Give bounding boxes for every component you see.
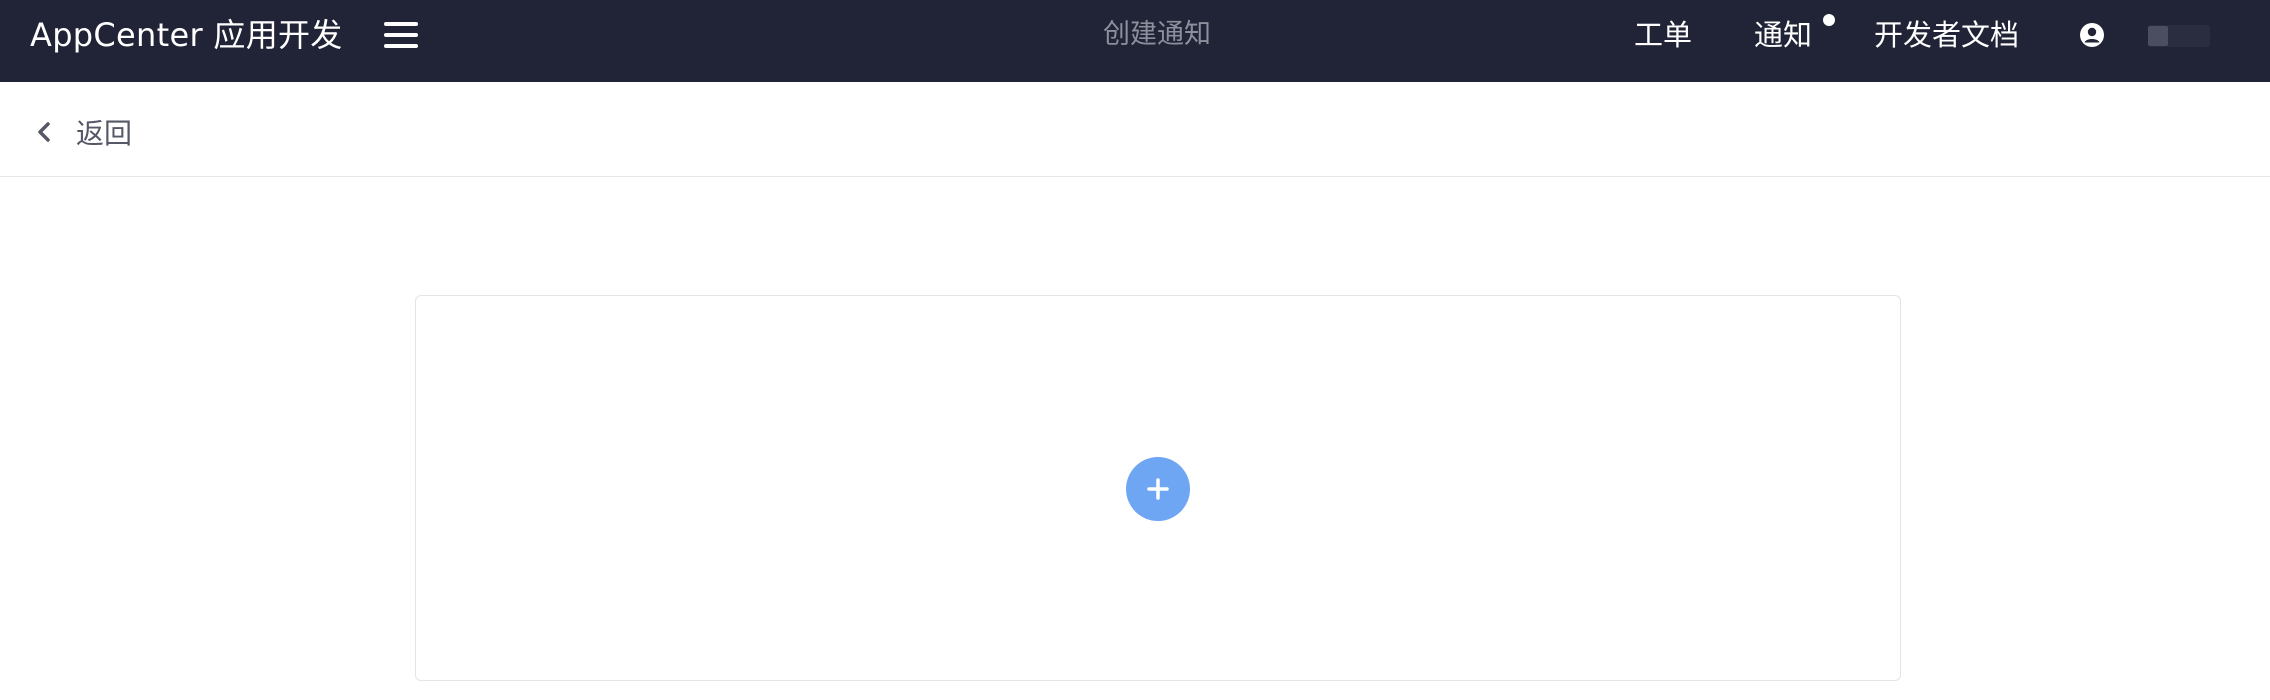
page-subheader: 返回	[0, 82, 2270, 177]
notification-unread-dot	[1823, 14, 1835, 26]
back-button[interactable]: 返回	[34, 112, 132, 152]
nav-link-notifications[interactable]: 通知	[1754, 0, 1812, 70]
top-navigation-bar: AppCenter 应用开发 创建通知 工单 通知 开发者文档	[0, 0, 2270, 82]
hamburger-icon-bar	[384, 44, 418, 48]
hamburger-menu-button[interactable]	[384, 22, 420, 50]
user-circle-icon[interactable]	[2079, 22, 2105, 48]
add-button[interactable]	[1126, 457, 1190, 521]
hamburger-icon-bar	[384, 33, 418, 37]
chevron-left-icon	[38, 122, 50, 142]
plus-icon	[1147, 478, 1169, 500]
page-title: 创建通知	[1103, 19, 1211, 50]
back-button-label: 返回	[76, 117, 133, 150]
nav-link-developer-docs[interactable]: 开发者文档	[1874, 0, 2019, 70]
hamburger-icon-bar	[384, 22, 418, 26]
app-brand-title[interactable]: AppCenter 应用开发	[30, 0, 343, 70]
avatar[interactable]	[2148, 25, 2210, 47]
nav-link-ticket[interactable]: 工单	[1634, 0, 1692, 70]
